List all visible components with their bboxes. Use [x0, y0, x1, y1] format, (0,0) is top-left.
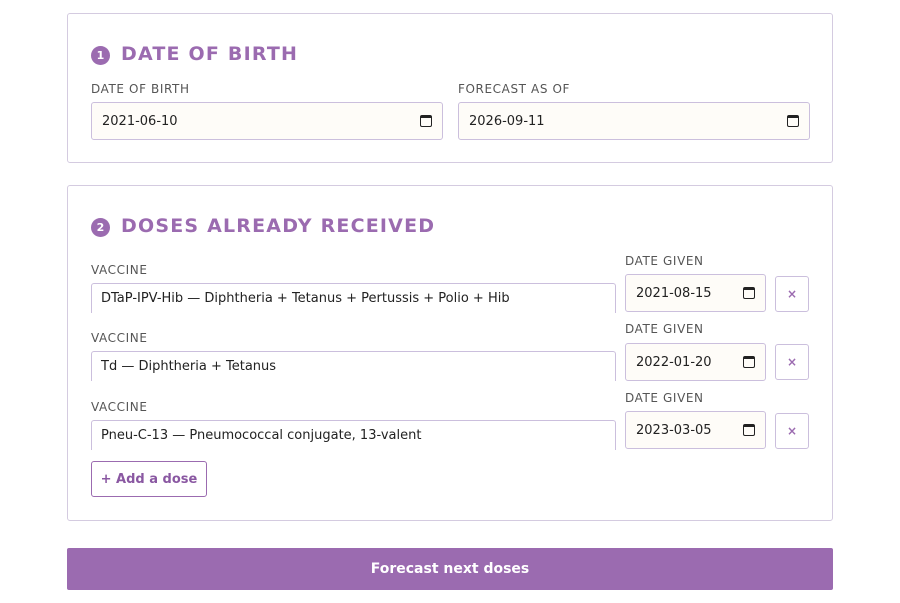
forecast-value: 2026-09-11: [469, 113, 545, 129]
dob-value: 2021-06-10: [102, 113, 178, 129]
step-number-badge: 2: [91, 218, 110, 237]
date-given-value: 2022-01-20: [636, 354, 712, 370]
date-given-input[interactable]: 2022-01-20: [625, 343, 766, 381]
date-given-label: DATE GIVEN: [625, 391, 704, 405]
remove-dose-button[interactable]: ×: [775, 344, 809, 380]
doses-received-card: 2 Doses already received VACCINE DTaP-IP…: [67, 185, 833, 521]
calendar-icon[interactable]: [787, 115, 799, 127]
calendar-icon[interactable]: [743, 424, 755, 436]
forecast-label: FORECAST AS OF: [458, 82, 571, 96]
close-icon: ×: [786, 424, 798, 438]
vaccine-select[interactable]: DTaP-IPV-Hib — Diphtheria + Tetanus + Pe…: [91, 283, 616, 313]
vaccine-label: VACCINE: [91, 331, 148, 345]
calendar-icon[interactable]: [743, 356, 755, 368]
close-icon: ×: [786, 355, 798, 369]
date-of-birth-card: 1 Date of birth DATE OF BIRTH 2021-06-10…: [67, 13, 833, 163]
section-heading-doses: 2 Doses already received: [91, 214, 435, 237]
date-given-label: DATE GIVEN: [625, 322, 704, 336]
section-title: Date of birth: [121, 42, 299, 65]
forecast-submit-button[interactable]: Forecast next doses: [67, 548, 833, 590]
remove-dose-button[interactable]: ×: [775, 413, 809, 449]
forecast-date-input[interactable]: 2026-09-11: [458, 102, 810, 140]
date-given-input[interactable]: 2021-08-15: [625, 274, 766, 312]
add-dose-button[interactable]: + Add a dose: [91, 461, 207, 497]
step-number-badge: 1: [91, 46, 110, 65]
vaccine-select[interactable]: Pneu-C-13 — Pneumococcal conjugate, 13-v…: [91, 420, 616, 450]
date-given-value: 2023-03-05: [636, 422, 712, 438]
dob-date-input[interactable]: 2021-06-10: [91, 102, 443, 140]
date-given-input[interactable]: 2023-03-05: [625, 411, 766, 449]
calendar-icon[interactable]: [743, 287, 755, 299]
date-given-value: 2021-08-15: [636, 285, 712, 301]
section-title: Doses already received: [121, 214, 436, 237]
section-heading-dob: 1 Date of birth: [91, 42, 298, 65]
vaccine-select[interactable]: Td — Diphtheria + Tetanus: [91, 351, 616, 381]
close-icon: ×: [786, 287, 798, 301]
dob-label: DATE OF BIRTH: [91, 82, 190, 96]
calendar-icon[interactable]: [420, 115, 432, 127]
vaccine-label: VACCINE: [91, 263, 148, 277]
date-given-label: DATE GIVEN: [625, 254, 704, 268]
vaccine-label: VACCINE: [91, 400, 148, 414]
remove-dose-button[interactable]: ×: [775, 276, 809, 312]
